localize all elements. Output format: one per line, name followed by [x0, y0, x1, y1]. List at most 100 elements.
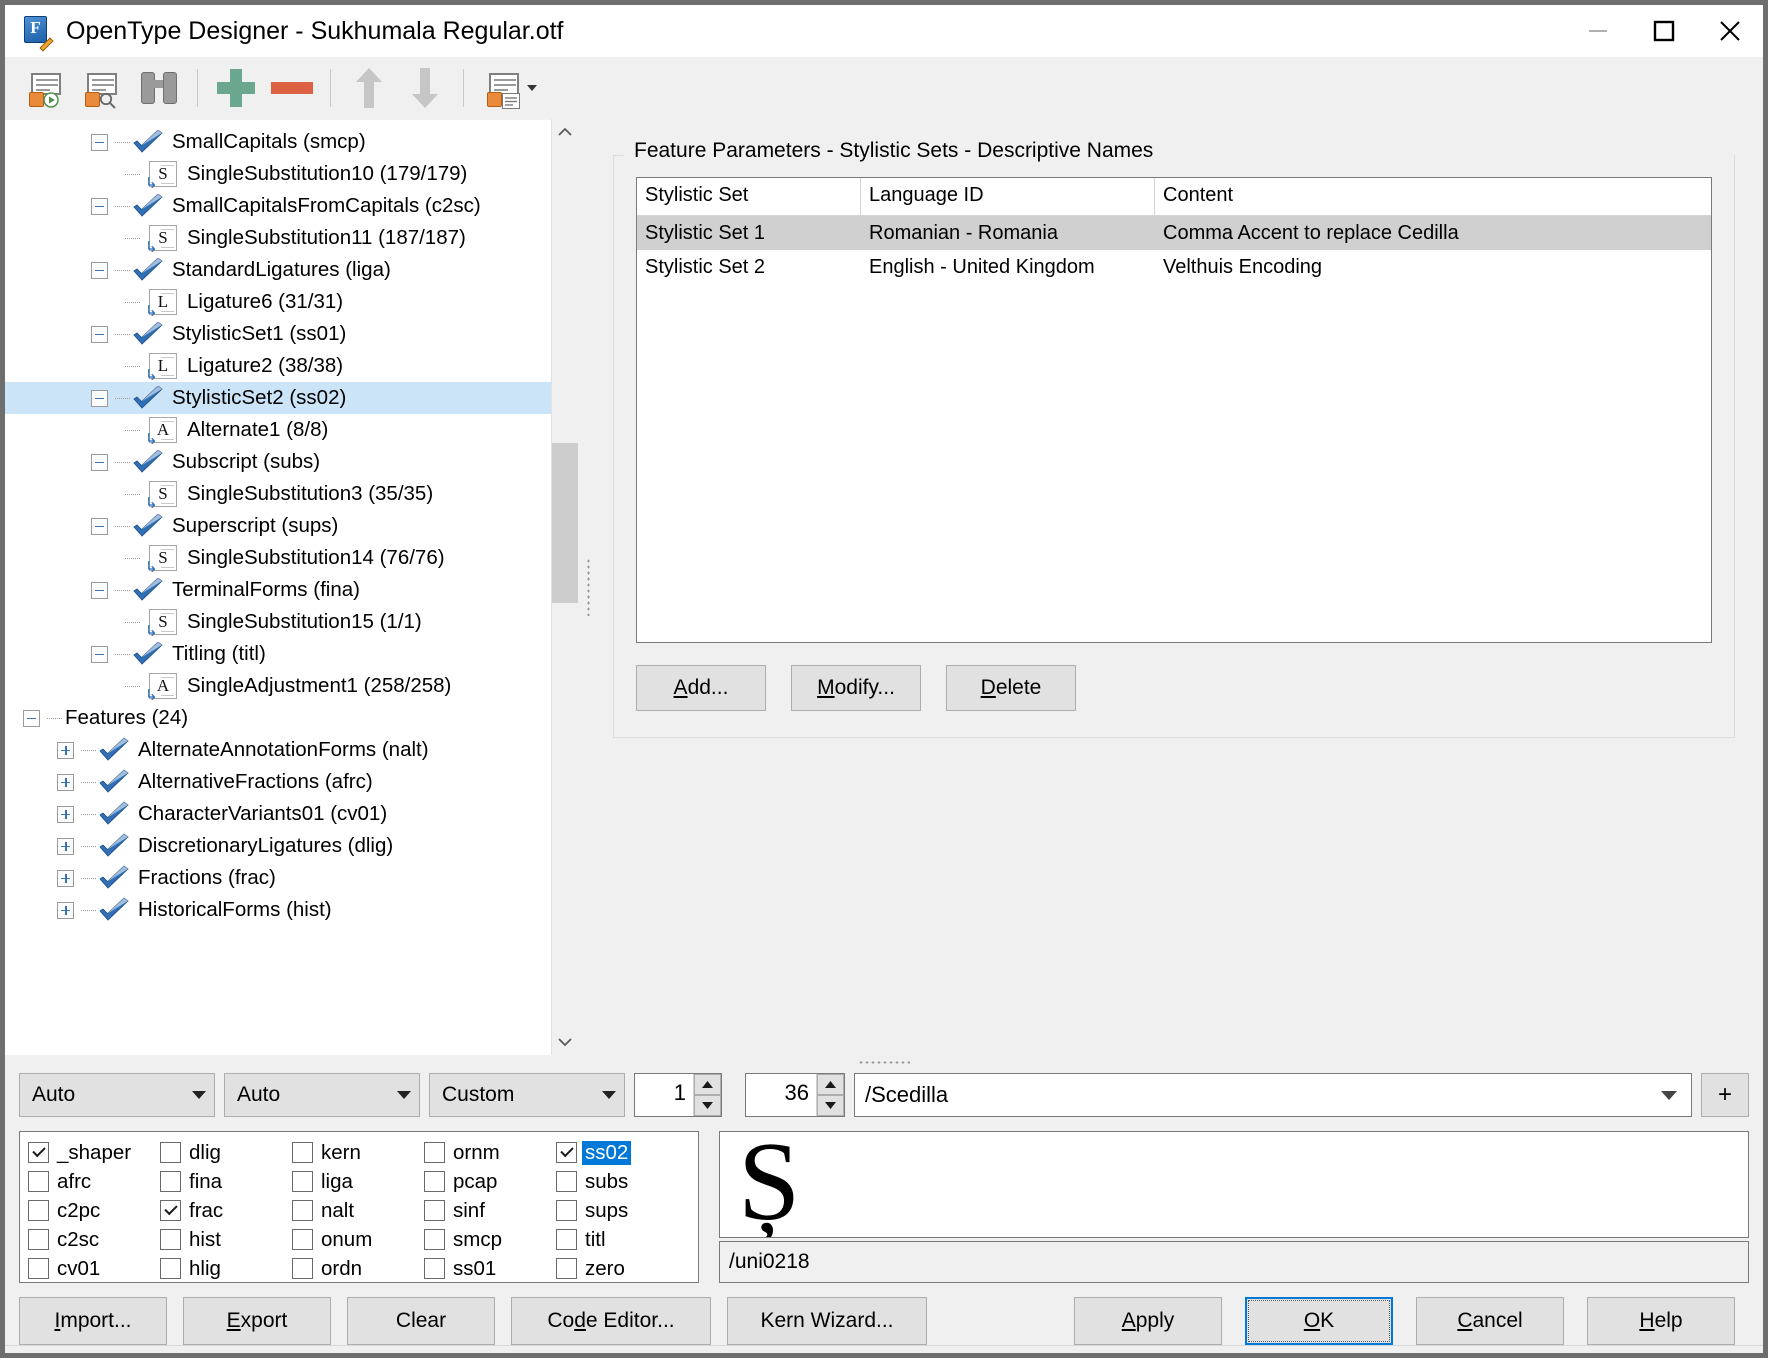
preview-feature-button[interactable]: [75, 63, 131, 113]
checkbox-titl[interactable]: [556, 1229, 577, 1250]
tree-item[interactable]: SmallCapitals (smcp): [5, 126, 551, 158]
chevron-down-icon[interactable]: [527, 85, 537, 91]
import-button[interactable]: Import...: [19, 1297, 167, 1345]
tree-collapse-icon[interactable]: [91, 390, 108, 407]
move-down-button[interactable]: [397, 63, 453, 113]
checkbox-sups[interactable]: [556, 1200, 577, 1221]
table-row[interactable]: Stylistic Set 2English - United KingdomV…: [637, 250, 1711, 284]
count-spinner-up[interactable]: [694, 1074, 721, 1095]
checkbox-zero[interactable]: [556, 1258, 577, 1279]
apply-button[interactable]: Apply: [1074, 1297, 1222, 1345]
help-button[interactable]: Help: [1587, 1297, 1735, 1345]
feature-checkbox-item[interactable]: smcp: [424, 1225, 556, 1254]
add-button-toolbar[interactable]: [208, 63, 264, 113]
checkbox-cv01[interactable]: [28, 1258, 49, 1279]
tree-item[interactable]: A↳Alternate1 (8/8): [5, 414, 551, 446]
tree-item[interactable]: HistoricalForms (hist): [5, 894, 551, 926]
checkbox-ss02[interactable]: [556, 1142, 577, 1163]
checkbox-dlig[interactable]: [160, 1142, 181, 1163]
code-editor-button[interactable]: Code Editor...: [511, 1297, 711, 1345]
vertical-splitter[interactable]: [577, 119, 599, 1055]
feature-checkbox-item[interactable]: ss01: [424, 1254, 556, 1283]
modify-button[interactable]: Modify...: [791, 665, 921, 711]
horizontal-splitter[interactable]: [5, 1055, 1763, 1069]
language-combo[interactable]: Auto: [224, 1073, 420, 1117]
tree-item[interactable]: S↳SingleSubstitution15 (1/1): [5, 606, 551, 638]
feature-checkbox-item[interactable]: titl: [556, 1225, 688, 1254]
move-up-button[interactable]: [341, 63, 397, 113]
size-spinner[interactable]: 36: [745, 1073, 845, 1117]
direction-combo[interactable]: Custom: [429, 1073, 625, 1117]
column-header-content[interactable]: Content: [1155, 178, 1711, 216]
compile-feature-button[interactable]: [19, 63, 75, 113]
tree-expand-icon[interactable]: [57, 838, 74, 855]
size-spinner-down[interactable]: [817, 1095, 844, 1116]
tree-item[interactable]: TerminalForms (fina): [5, 574, 551, 606]
checkbox-pcap[interactable]: [424, 1171, 445, 1192]
tree-item[interactable]: Subscript (subs): [5, 446, 551, 478]
tree-collapse-icon[interactable]: [91, 454, 108, 471]
feature-checkbox-item[interactable]: ornm: [424, 1138, 556, 1167]
tree-item[interactable]: Fractions (frac): [5, 862, 551, 894]
feature-checkbox-item[interactable]: subs: [556, 1167, 688, 1196]
clear-button[interactable]: Clear: [347, 1297, 495, 1345]
tree-item[interactable]: SmallCapitalsFromCapitals (c2sc): [5, 190, 551, 222]
checkbox-_shaper[interactable]: [28, 1142, 49, 1163]
checkbox-onum[interactable]: [292, 1229, 313, 1250]
checkbox-frac[interactable]: [160, 1200, 181, 1221]
tree-item[interactable]: StandardLigatures (liga): [5, 254, 551, 286]
feature-checkbox-item[interactable]: hlig: [160, 1254, 292, 1283]
feature-tree[interactable]: SmallCapitals (smcp)S↳SingleSubstitution…: [5, 119, 551, 1055]
tree-expand-icon[interactable]: [57, 806, 74, 823]
glyph-combo[interactable]: /Scedilla: [854, 1073, 1692, 1117]
tree-item[interactable]: AlternativeFractions (afrc): [5, 766, 551, 798]
feature-checkbox-item[interactable]: ss02: [556, 1138, 688, 1167]
checkbox-c2sc[interactable]: [28, 1229, 49, 1250]
minimize-button[interactable]: [1565, 5, 1631, 57]
tree-item[interactable]: DiscretionaryLigatures (dlig): [5, 830, 551, 862]
feature-checkbox-item[interactable]: onum: [292, 1225, 424, 1254]
stylistic-sets-table[interactable]: Stylistic Set Language ID Content Stylis…: [636, 177, 1712, 643]
tree-item[interactable]: A↳SingleAdjustment1 (258/258): [5, 670, 551, 702]
remove-button-toolbar[interactable]: [264, 63, 320, 113]
tree-item[interactable]: L↳Ligature6 (31/31): [5, 286, 551, 318]
feature-checkbox-item[interactable]: liga: [292, 1167, 424, 1196]
table-row[interactable]: Stylistic Set 1Romanian - RomaniaComma A…: [637, 216, 1711, 250]
tree-collapse-icon[interactable]: [91, 518, 108, 535]
count-spinner[interactable]: 1: [634, 1073, 722, 1117]
tree-scrollbar[interactable]: [551, 119, 577, 1055]
checkbox-hist[interactable]: [160, 1229, 181, 1250]
tree-collapse-icon[interactable]: [91, 262, 108, 279]
add-glyph-button[interactable]: +: [1701, 1073, 1749, 1117]
tree-expand-icon[interactable]: [57, 774, 74, 791]
checkbox-ornm[interactable]: [424, 1142, 445, 1163]
checkbox-liga[interactable]: [292, 1171, 313, 1192]
tree-item[interactable]: S↳SingleSubstitution14 (76/76): [5, 542, 551, 574]
tree-scroll-track[interactable]: [552, 145, 578, 1029]
size-spinner-up[interactable]: [817, 1074, 844, 1095]
feature-checkbox-item[interactable]: fina: [160, 1167, 292, 1196]
glyph-preview-canvas[interactable]: Ș: [719, 1131, 1749, 1238]
tree-collapse-icon[interactable]: [91, 646, 108, 663]
tree-item[interactable]: S↳SingleSubstitution3 (35/35): [5, 478, 551, 510]
maximize-button[interactable]: [1631, 5, 1697, 57]
column-header-stylistic-set[interactable]: Stylistic Set: [637, 178, 861, 216]
tree-item[interactable]: S↳SingleSubstitution10 (179/179): [5, 158, 551, 190]
tree-collapse-icon[interactable]: [23, 710, 40, 727]
checkbox-smcp[interactable]: [424, 1229, 445, 1250]
checkbox-ss01[interactable]: [424, 1258, 445, 1279]
size-spinner-value[interactable]: 36: [746, 1074, 816, 1116]
feature-checkbox-item[interactable]: ordn: [292, 1254, 424, 1283]
find-button[interactable]: [131, 63, 187, 113]
tree-item[interactable]: L↳Ligature2 (38/38): [5, 350, 551, 382]
tree-expand-icon[interactable]: [57, 742, 74, 759]
tree-item[interactable]: StylisticSet2 (ss02): [5, 382, 551, 414]
kern-wizard-button[interactable]: Kern Wizard...: [727, 1297, 927, 1345]
feature-checkbox-item[interactable]: pcap: [424, 1167, 556, 1196]
count-spinner-value[interactable]: 1: [635, 1074, 693, 1116]
cancel-button[interactable]: Cancel: [1416, 1297, 1564, 1345]
tree-item[interactable]: StylisticSet1 (ss01): [5, 318, 551, 350]
tree-expand-icon[interactable]: [57, 870, 74, 887]
feature-checkbox-item[interactable]: kern: [292, 1138, 424, 1167]
add-button[interactable]: Add...: [636, 665, 766, 711]
